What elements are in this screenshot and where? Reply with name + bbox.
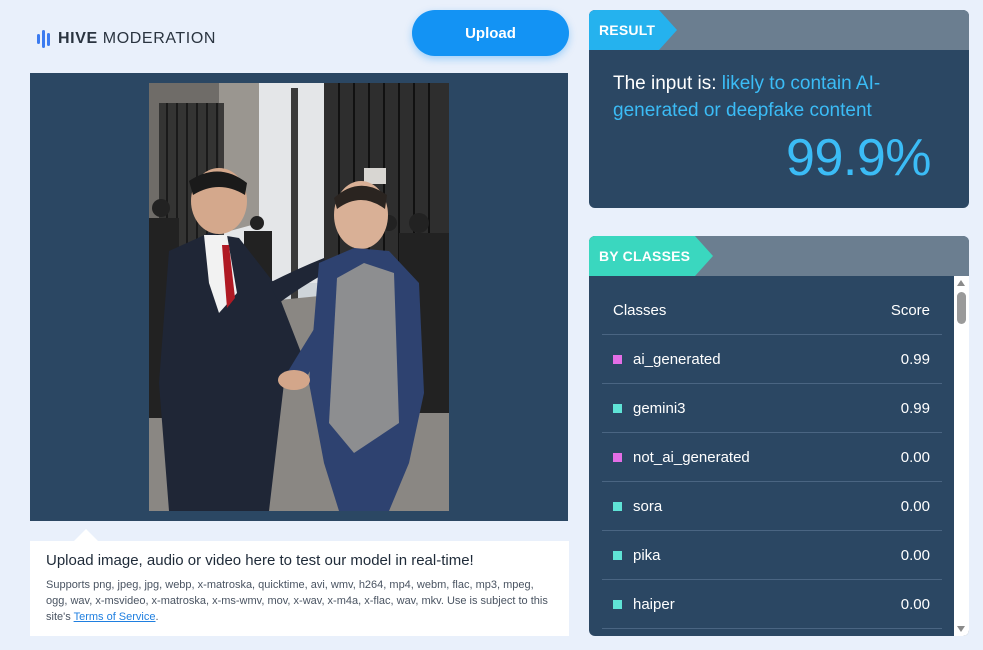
upload-description: Supports png, jpeg, jpg, webp, x-matrosk… — [46, 577, 553, 625]
class-score: 0.00 — [900, 497, 930, 515]
class-name: ai_generated — [633, 350, 721, 368]
result-text: The input is: likely to contain AI-gener… — [613, 70, 933, 124]
upload-info-box: Upload image, audio or video here to tes… — [30, 541, 569, 636]
scrollbar[interactable] — [954, 276, 969, 636]
table-header: Classes Score — [602, 286, 942, 335]
class-score: 0.00 — [900, 546, 930, 564]
logo-light: MODERATION — [102, 30, 217, 47]
class-swatch — [613, 550, 622, 560]
class-name: sora — [633, 497, 663, 515]
classes-card: BY CLASSES Classes Score ai_generated 0.9… — [589, 236, 969, 636]
class-row-left: sora — [613, 498, 662, 515]
scroll-up-icon[interactable] — [957, 280, 965, 286]
class-score: 0.00 — [900, 595, 930, 613]
class-row-left: ai_generated — [613, 351, 721, 368]
class-row-left: gemini3 — [613, 400, 686, 417]
class-swatch — [613, 452, 622, 462]
classes-tag: BY CLASSES — [589, 236, 713, 276]
class-row: pika 0.00 — [602, 531, 942, 580]
class-swatch — [613, 403, 622, 413]
class-score: 0.00 — [900, 448, 930, 466]
class-name: not_ai_generated — [633, 448, 750, 466]
class-name: gemini3 — [633, 399, 686, 417]
logo-bold: HIVE — [58, 30, 98, 47]
class-row: sora 0.00 — [602, 482, 942, 531]
class-swatch — [613, 354, 622, 364]
class-swatch — [613, 501, 622, 511]
col-classes: Classes — [613, 301, 667, 319]
hive-logo[interactable]: HIVE MODERATION — [37, 28, 216, 50]
upload-title: Upload image, audio or video here to tes… — [46, 552, 474, 569]
class-name: haiper — [633, 595, 675, 613]
result-tag: RESULT — [589, 10, 677, 50]
result-card: RESULT The input is: likely to contain A… — [589, 10, 969, 208]
scroll-down-icon[interactable] — [957, 626, 965, 632]
hive-logo-icon — [37, 30, 50, 48]
tooltip-caret — [74, 529, 98, 541]
class-rows: ai_generated 0.99 gemini3 0.99 not_ai_genera… — [602, 335, 942, 629]
image-preview-panel[interactable] — [30, 73, 568, 521]
scroll-thumb[interactable] — [957, 292, 966, 324]
upload-desc-end: . — [155, 611, 159, 623]
class-swatch — [613, 599, 622, 609]
col-score: Score — [890, 301, 930, 319]
result-header: RESULT — [589, 10, 969, 50]
classes-table: Classes Score ai_generated 0.99 gemini3 0.9… — [602, 286, 942, 629]
uploaded-image — [149, 83, 449, 511]
class-score: 0.99 — [900, 399, 930, 417]
classes-header: BY CLASSES — [589, 236, 969, 276]
class-row: gemini3 0.99 — [602, 384, 942, 433]
class-score: 0.99 — [900, 350, 930, 368]
class-name: pika — [633, 546, 661, 564]
result-score: 99.9% — [786, 129, 931, 187]
class-row-left: haiper — [613, 596, 675, 613]
class-row-left: not_ai_generated — [613, 449, 750, 466]
upload-button[interactable]: Upload — [412, 10, 569, 56]
logo-text: HIVE MODERATION — [58, 30, 216, 48]
class-row-left: pika — [613, 547, 661, 564]
class-row: not_ai_generated 0.00 — [602, 433, 942, 482]
class-row: ai_generated 0.99 — [602, 335, 942, 384]
terms-of-service-link[interactable]: Terms of Service — [74, 611, 156, 623]
class-row: haiper 0.00 — [602, 580, 942, 629]
photo-illustration — [149, 83, 449, 511]
result-prefix: The input is: — [613, 73, 722, 94]
